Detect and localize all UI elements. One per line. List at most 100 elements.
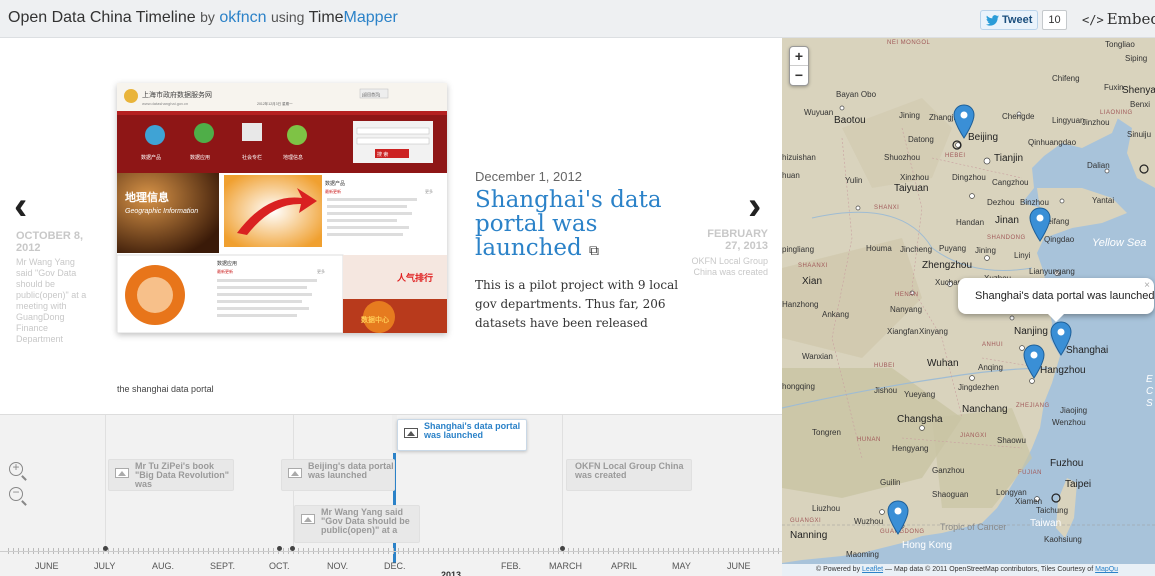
- map-label: Anqing: [978, 363, 1003, 372]
- map-label: Puyang: [939, 244, 967, 253]
- month-label: FEB.: [501, 561, 522, 571]
- map-label: Nanjing: [1014, 326, 1048, 337]
- close-icon[interactable]: ×: [1144, 280, 1150, 291]
- map-label: Chifeng: [1052, 74, 1080, 83]
- map-label: Nanyang: [890, 305, 923, 314]
- map-label: Wuhan: [927, 358, 959, 369]
- map-label: Ganzhou: [932, 466, 965, 475]
- timeline-event-dot: [560, 546, 565, 551]
- leaflet-link[interactable]: Leaflet: [862, 566, 883, 573]
- map-label: Dalian: [1087, 161, 1110, 170]
- timeline-divider: [562, 415, 563, 549]
- code-icon: </>: [1082, 13, 1104, 27]
- map-marker-icon[interactable]: [886, 500, 910, 536]
- map-label: GUANGXI: [790, 518, 822, 524]
- month-label: NOV.: [327, 561, 349, 571]
- map-label: Jingdezhen: [958, 383, 999, 392]
- next-slide-arrow-icon[interactable]: ›: [748, 184, 761, 229]
- map-label: Hangzhou: [1040, 365, 1086, 376]
- map-label: Hong Kong: [902, 540, 953, 551]
- month-label: JUNE: [35, 561, 59, 571]
- map-label: Taiwan: [1030, 518, 1062, 529]
- next-slide-text[interactable]: OKFN Local Group China was created: [688, 256, 768, 278]
- map-label: JIANGXI: [960, 433, 987, 439]
- slide-headline[interactable]: Shanghai's data portal was launched ⧉: [475, 188, 685, 263]
- timeline-marker-okfn[interactable]: OKFN Local Group China was created: [566, 459, 692, 491]
- map-label: Fuzhou: [1050, 458, 1084, 469]
- external-link-icon[interactable]: ⧉: [589, 243, 599, 259]
- map-label: Yellow Sea: [1092, 237, 1147, 249]
- map-label: Xiamen: [1015, 497, 1043, 506]
- map-label: Fuxin: [1104, 83, 1124, 92]
- map-label: Jining: [899, 111, 920, 120]
- portal-site-title: 上海市政府数据服务网: [142, 90, 212, 99]
- map-marker-icon[interactable]: [1022, 344, 1046, 380]
- slide-headline-text[interactable]: Shanghai's data portal was launched: [475, 187, 662, 261]
- timeline-navigator[interactable]: + − Shanghai's data portal was launched …: [0, 414, 782, 576]
- twitter-bird-icon: [986, 14, 999, 26]
- marker-title: OKFN Local Group China was created: [575, 461, 684, 480]
- map-label: E: [1146, 374, 1153, 385]
- map-label: Liuzhou: [812, 504, 841, 513]
- month-label: MAY: [672, 561, 691, 571]
- story-panel: ‹ › OCTOBER 8, 2012 Mr Wang Yang said "G…: [0, 38, 782, 414]
- portal-banner-3: 社会专栏: [242, 154, 262, 161]
- map-label: Houma: [866, 244, 892, 253]
- mapquest-link[interactable]: MapQu: [1095, 566, 1118, 573]
- image-icon: [115, 468, 129, 478]
- embed-button[interactable]: </> Embed: [1082, 10, 1155, 28]
- map-marker-icon[interactable]: [1028, 207, 1052, 243]
- map-label: Nanchang: [962, 404, 1008, 415]
- zoom-out-icon[interactable]: −: [9, 485, 23, 501]
- tweet-button[interactable]: Tweet: [980, 10, 1039, 30]
- portal-header-badge: [返回首页]: [362, 91, 380, 97]
- image-icon: [288, 468, 302, 478]
- zoom-in-icon[interactable]: +: [9, 460, 23, 476]
- map-label: HUNAN: [857, 437, 881, 443]
- month-label: APRIL: [611, 561, 638, 571]
- timeline-marker-beijing[interactable]: Beijing's data portal was launched: [281, 459, 395, 491]
- timemapper-link[interactable]: TimeMapper: [309, 9, 398, 26]
- map-label: Taichung: [1036, 506, 1069, 515]
- map-label: NEI MONGOL: [887, 40, 931, 46]
- timeline-marker-big-data-book[interactable]: Mr Tu ZiPei's book "Big Data Revolution"…: [108, 459, 234, 491]
- map-label: Jinzhou: [1082, 118, 1110, 127]
- map-label: Changsha: [897, 414, 943, 425]
- timeline-axis: [0, 551, 782, 552]
- app-header: Open Data China Timeline by okfncn using…: [0, 0, 1155, 38]
- map-zoom-in-button[interactable]: +: [790, 47, 808, 66]
- portal-popular: 人气排行: [396, 272, 433, 283]
- map-label: Sinuiju: [1127, 130, 1152, 139]
- map-label: Shenyang: [1122, 85, 1155, 96]
- month-label: AUG.: [152, 561, 175, 571]
- map-marker-icon[interactable]: [952, 104, 976, 140]
- image-icon: [404, 428, 418, 438]
- map-label: Taipei: [1065, 479, 1092, 490]
- map-panel[interactable]: NEI MONGOL Tongliao Siping Chifeng Fuxin…: [782, 38, 1155, 576]
- prev-slide-date[interactable]: OCTOBER 8, 2012: [16, 230, 91, 254]
- timeline-marker-wang-yang[interactable]: Mr Wang Yang said "Gov Data should be pu…: [294, 505, 420, 543]
- map-marker-icon[interactable]: [1049, 321, 1073, 357]
- next-slide-date[interactable]: FEBRUARY 27, 2013: [690, 228, 768, 252]
- map-label: pingliang: [782, 245, 815, 254]
- map-label: Dingzhou: [952, 173, 986, 182]
- map-label: Jishou: [874, 386, 898, 395]
- map-label: Shuozhou: [884, 153, 921, 162]
- map-zoom-out-button[interactable]: −: [790, 66, 808, 85]
- prev-slide-text[interactable]: Mr Wang Yang said "Gov Data should be pu…: [16, 257, 91, 345]
- previous-slide-arrow-icon[interactable]: ‹: [14, 184, 27, 229]
- marker-title: Mr Tu ZiPei's book "Big Data Revolution"…: [135, 461, 230, 489]
- marker-title: Shanghai's data portal was launched: [424, 421, 521, 440]
- portal-products-title: 数据产品: [325, 180, 345, 187]
- map-label: Guilin: [880, 478, 901, 487]
- author-link[interactable]: okfncn: [219, 9, 266, 26]
- map-label: Maoming: [846, 550, 879, 559]
- portal-banner-2: 数据应用: [190, 154, 210, 161]
- portal-banner-1: 数据产品: [141, 154, 161, 161]
- map-label: SHANDONG: [987, 235, 1026, 241]
- timeline-marker-shanghai[interactable]: Shanghai's data portal was launched: [397, 419, 527, 451]
- month-label: DEC.: [384, 561, 406, 571]
- page-title: Open Data China Timeline by okfncn using…: [8, 9, 398, 27]
- portal-apps-more: 更多: [317, 268, 325, 274]
- map-label: Wanxian: [802, 352, 833, 361]
